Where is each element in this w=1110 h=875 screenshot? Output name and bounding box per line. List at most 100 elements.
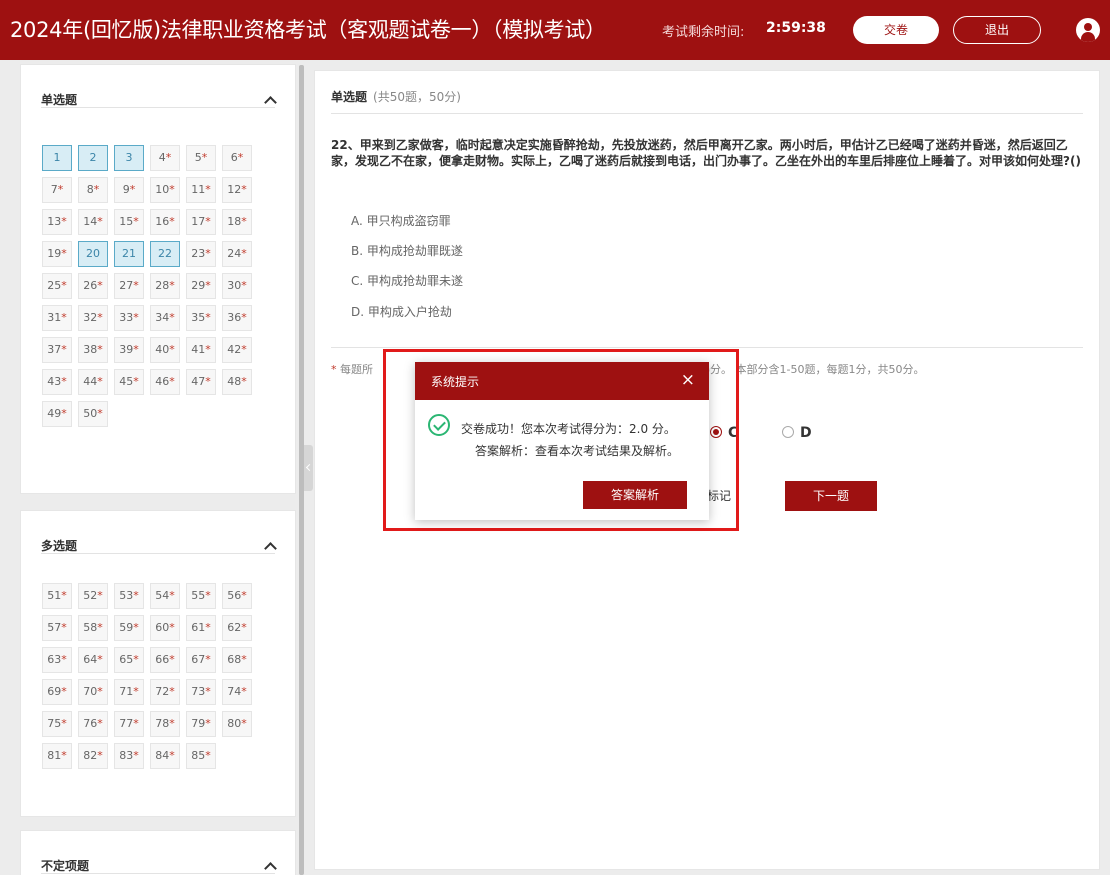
question-nav-button[interactable]: 65* [114,647,144,673]
question-nav-button[interactable]: 61* [186,615,216,641]
question-nav-button[interactable]: 19* [42,241,72,267]
question-nav-button[interactable]: 63* [42,647,72,673]
question-nav-button[interactable]: 51* [42,583,72,609]
question-nav-button[interactable]: 1 [42,145,72,171]
question-nav-button[interactable]: 18* [222,209,252,235]
question-nav-button[interactable]: 67* [186,647,216,673]
question-nav-button[interactable]: 9* [114,177,144,203]
question-nav-button[interactable]: 41* [186,337,216,363]
question-nav-button[interactable]: 55* [186,583,216,609]
question-nav-button[interactable]: 5* [186,145,216,171]
exit-button[interactable]: 退出 [953,16,1041,44]
question-nav-button[interactable]: 52* [78,583,108,609]
question-nav-button[interactable]: 13* [42,209,72,235]
question-nav-button[interactable]: 39* [114,337,144,363]
question-nav-button[interactable]: 15* [114,209,144,235]
question-nav-button[interactable]: 84* [150,743,180,769]
question-nav-button[interactable]: 24* [222,241,252,267]
question-nav-button[interactable]: 64* [78,647,108,673]
question-nav-button[interactable]: 60* [150,615,180,641]
question-nav-button[interactable]: 62* [222,615,252,641]
user-avatar-icon[interactable] [1076,18,1100,42]
chevron-up-icon[interactable] [265,541,275,551]
question-nav-button[interactable]: 40* [150,337,180,363]
question-nav-button[interactable]: 3 [114,145,144,171]
question-nav-button[interactable]: 16* [150,209,180,235]
question-nav-button[interactable]: 73* [186,679,216,705]
question-nav-button[interactable]: 44* [78,369,108,395]
question-nav-button[interactable]: 12* [222,177,252,203]
question-nav-button[interactable]: 79* [186,711,216,737]
question-nav-button[interactable]: 35* [186,305,216,331]
question-nav-button[interactable]: 20 [78,241,108,267]
question-nav-button[interactable]: 70* [78,679,108,705]
question-nav-button[interactable]: 25* [42,273,72,299]
question-nav-button[interactable]: 75* [42,711,72,737]
question-nav-button[interactable]: 81* [42,743,72,769]
question-nav-button[interactable]: 27* [114,273,144,299]
question-nav-button[interactable]: 72* [150,679,180,705]
question-nav-button[interactable]: 50* [78,401,108,427]
answer-choice-d[interactable]: D [782,425,812,441]
question-nav-button[interactable]: 37* [42,337,72,363]
question-nav-button[interactable]: 21 [114,241,144,267]
answer-analysis-button[interactable]: 答案解析 [583,481,687,509]
collapse-sidebar-handle[interactable] [304,445,313,491]
question-nav-button[interactable]: 14* [78,209,108,235]
question-nav-button[interactable]: 76* [78,711,108,737]
question-nav-button[interactable]: 29* [186,273,216,299]
question-nav-button[interactable]: 69* [42,679,72,705]
question-nav-button[interactable]: 74* [222,679,252,705]
question-nav-button[interactable]: 11* [186,177,216,203]
question-nav-button[interactable]: 4* [150,145,180,171]
question-nav-button[interactable]: 57* [42,615,72,641]
question-nav-button[interactable]: 42* [222,337,252,363]
question-nav-button[interactable]: 48* [222,369,252,395]
question-nav-button[interactable]: 59* [114,615,144,641]
chevron-up-icon[interactable] [265,861,275,871]
question-nav-button[interactable]: 36* [222,305,252,331]
question-nav-button[interactable]: 77* [114,711,144,737]
question-nav-button[interactable]: 2 [78,145,108,171]
question-nav-button[interactable]: 34* [150,305,180,331]
question-nav-button[interactable]: 32* [78,305,108,331]
question-nav-button[interactable]: 45* [114,369,144,395]
close-icon[interactable]: × [681,370,695,390]
option-d[interactable]: D. 甲构成入户抢劫 [351,303,452,320]
question-nav-button[interactable]: 83* [114,743,144,769]
question-nav-button[interactable]: 82* [78,743,108,769]
question-nav-button[interactable]: 49* [42,401,72,427]
option-a[interactable]: A. 甲只构成盗窃罪 [351,212,451,229]
question-nav-button[interactable]: 22 [150,241,180,267]
question-nav-button[interactable]: 78* [150,711,180,737]
question-nav-button[interactable]: 7* [42,177,72,203]
question-nav-button[interactable]: 47* [186,369,216,395]
question-nav-button[interactable]: 23* [186,241,216,267]
question-nav-button[interactable]: 71* [114,679,144,705]
question-nav-button[interactable]: 43* [42,369,72,395]
question-nav-button[interactable]: 68* [222,647,252,673]
option-c[interactable]: C. 甲构成抢劫罪未遂 [351,272,463,289]
question-nav-button[interactable]: 80* [222,711,252,737]
question-nav-button[interactable]: 53* [114,583,144,609]
question-nav-button[interactable]: 28* [150,273,180,299]
question-nav-button[interactable]: 38* [78,337,108,363]
question-nav-button[interactable]: 33* [114,305,144,331]
question-nav-button[interactable]: 30* [222,273,252,299]
option-b[interactable]: B. 甲构成抢劫罪既遂 [351,242,463,259]
next-question-button[interactable]: 下一题 [785,481,877,511]
question-nav-button[interactable]: 10* [150,177,180,203]
question-nav-button[interactable]: 46* [150,369,180,395]
question-nav-button[interactable]: 31* [42,305,72,331]
chevron-up-icon[interactable] [265,95,275,105]
question-nav-button[interactable]: 8* [78,177,108,203]
question-nav-button[interactable]: 6* [222,145,252,171]
question-nav-button[interactable]: 17* [186,209,216,235]
submit-exam-button[interactable]: 交卷 [853,16,939,44]
question-nav-button[interactable]: 54* [150,583,180,609]
question-nav-button[interactable]: 66* [150,647,180,673]
question-nav-button[interactable]: 56* [222,583,252,609]
question-nav-button[interactable]: 58* [78,615,108,641]
question-nav-button[interactable]: 85* [186,743,216,769]
question-nav-button[interactable]: 26* [78,273,108,299]
